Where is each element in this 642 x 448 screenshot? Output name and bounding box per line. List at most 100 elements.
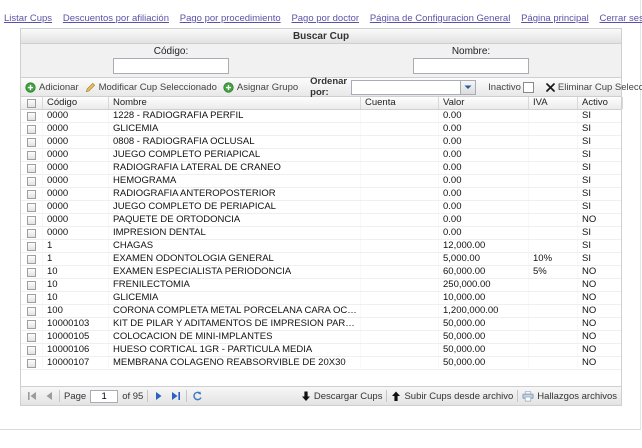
row-checkbox[interactable] <box>27 255 36 264</box>
row-checkbox[interactable] <box>27 346 36 355</box>
codigo-label: Código: <box>154 46 188 57</box>
row-checkbox[interactable] <box>27 177 36 186</box>
column-header-valor[interactable]: Valor <box>439 97 529 109</box>
select-all-checkbox[interactable] <box>27 99 36 108</box>
cell-valor: 10,000.00 <box>439 292 529 304</box>
row-checkbox[interactable] <box>27 333 36 342</box>
table-row[interactable]: 0000 0808 - RADIOGRAFIA OCLUSAL 0.00 SI <box>21 136 621 149</box>
search-form: Código: Nombre: <box>20 44 622 78</box>
cell-codigo: 0000 <box>43 175 109 187</box>
x-icon <box>546 83 555 92</box>
table-row[interactable]: 10 FRENILECTOMIA 250,000.00 NO <box>21 279 621 292</box>
table-row[interactable]: 10000103 KIT DE PILAR Y ADITAMENTOS DE I… <box>21 318 621 331</box>
nav-link-cerrar-sesion[interactable]: Cerrar sesión <box>599 13 642 24</box>
next-page-button[interactable] <box>152 389 165 403</box>
row-checkbox[interactable] <box>27 164 36 173</box>
table-row[interactable]: 0000 HEMOGRAMA 0.00 SI <box>21 175 621 188</box>
table-row[interactable]: 0000 GLICEMIA 0.00 SI <box>21 123 621 136</box>
column-header-nombre[interactable]: Nombre <box>109 97 361 109</box>
first-page-button[interactable] <box>25 389 38 403</box>
cell-iva <box>529 201 578 213</box>
table-row[interactable]: 0000 JUEGO COMPLETO DE PERIAPICAL 0.00 S… <box>21 201 621 214</box>
table-row[interactable]: 10000106 HUESO CORTICAL 1GR - PARTICULA … <box>21 344 621 357</box>
row-checkbox[interactable] <box>27 125 36 134</box>
row-checkbox[interactable] <box>27 151 36 160</box>
row-checkbox[interactable] <box>27 281 36 290</box>
table-row[interactable]: 100 CORONA COMPLETA METAL PORCELANA CARA… <box>21 305 621 318</box>
cell-codigo: 100 <box>43 305 109 317</box>
cell-nombre: RADIOGRAFIA LATERAL DE CRANEO <box>109 162 361 174</box>
table-row[interactable]: 0000 RADIOGRAFIA ANTEROPOSTERIOR 0.00 SI <box>21 188 621 201</box>
page-number-input[interactable] <box>90 390 118 403</box>
row-checkbox[interactable] <box>27 294 36 303</box>
column-header-cuenta[interactable]: Cuenta <box>361 97 439 109</box>
table-row[interactable]: 1 EXAMEN ODONTOLOGIA GENERAL 5,000.00 10… <box>21 253 621 266</box>
descargar-cups-button[interactable]: Descargar Cups <box>301 391 383 402</box>
row-checkbox[interactable] <box>27 138 36 147</box>
ordenar-por-input[interactable] <box>351 80 461 95</box>
prev-page-button[interactable] <box>42 389 55 403</box>
nav-link-pago-procedimiento[interactable]: Pago por procedimiento <box>180 13 281 24</box>
ordenar-por-label: Ordenar por: <box>310 76 347 98</box>
pager-separator <box>386 390 387 402</box>
column-header-activo[interactable]: Activo <box>578 97 623 109</box>
hallazgos-archivos-button[interactable]: Hallazgos archivos <box>522 391 617 402</box>
table-row[interactable]: 0000 JUEGO COMPLETO PERIAPICAL 0.00 SI <box>21 149 621 162</box>
row-checkbox[interactable] <box>27 242 36 251</box>
row-checkbox[interactable] <box>27 229 36 238</box>
cell-nombre: GLICEMIA <box>109 292 361 304</box>
subir-cups-button[interactable]: Subir Cups desde archivo <box>391 391 513 402</box>
cell-activo: SI <box>578 162 622 174</box>
row-checkbox[interactable] <box>27 112 36 121</box>
row-checkbox[interactable] <box>27 320 36 329</box>
column-header-codigo[interactable]: Código <box>43 97 109 109</box>
cell-iva <box>529 123 578 135</box>
cell-cuenta <box>361 240 439 252</box>
row-checkbox-cell <box>21 344 43 356</box>
table-row[interactable]: 10 GLICEMIA 10,000.00 NO <box>21 292 621 305</box>
asignar-label: Asignar Grupo <box>237 82 298 93</box>
cell-codigo: 1 <box>43 253 109 265</box>
table-row[interactable]: 1 CHAGAS 12,000.00 SI <box>21 240 621 253</box>
combo-trigger-button[interactable] <box>461 80 476 95</box>
row-checkbox[interactable] <box>27 307 36 316</box>
nav-link-descuentos-afiliacion[interactable]: Descuentos por afiliación <box>63 13 169 24</box>
table-row[interactable]: 0000 IMPRESION DENTAL 0.00 SI <box>21 227 621 240</box>
row-checkbox-cell <box>21 292 43 304</box>
add-circle-icon <box>223 82 234 93</box>
row-checkbox[interactable] <box>27 268 36 277</box>
row-checkbox[interactable] <box>27 190 36 199</box>
cell-nombre: RADIOGRAFIA ANTEROPOSTERIOR <box>109 188 361 200</box>
table-row[interactable]: 0000 1228 - RADIOGRAFIA PERFIL 0.00 SI <box>21 110 621 123</box>
table-row[interactable]: 10000105 COLOCACION DE MINI-IMPLANTES 50… <box>21 331 621 344</box>
table-row[interactable]: 0000 PAQUETE DE ORTODONCIA 0.00 NO <box>21 214 621 227</box>
cell-valor: 0.00 <box>439 188 529 200</box>
cell-cuenta <box>361 214 439 226</box>
table-row[interactable]: 10000107 MEMBRANA COLAGENO REABSORVIBLE … <box>21 357 621 370</box>
cell-codigo: 10 <box>43 266 109 278</box>
nav-link-configuracion-general[interactable]: Página de Configuracion General <box>370 13 510 24</box>
modificar-cup-button[interactable]: Modificar Cup Seleccionado <box>85 82 217 93</box>
table-row[interactable]: 10 EXAMEN ESPECIALISTA PERIODONCIA 60,00… <box>21 266 621 279</box>
row-checkbox-cell <box>21 136 43 148</box>
row-checkbox[interactable] <box>27 359 36 368</box>
last-page-button[interactable] <box>169 389 182 403</box>
row-checkbox[interactable] <box>27 216 36 225</box>
inactivo-checkbox[interactable] <box>523 82 534 93</box>
nav-link-pago-doctor[interactable]: Pago por doctor <box>291 13 359 24</box>
nav-link-listar-cups[interactable]: Listar Cups <box>4 13 52 24</box>
select-all-cell <box>21 97 43 109</box>
table-row[interactable]: 0000 RADIOGRAFIA LATERAL DE CRANEO 0.00 … <box>21 162 621 175</box>
upload-arrow-icon <box>391 391 401 402</box>
nombre-input[interactable] <box>413 58 529 74</box>
panel-title: Buscar Cup <box>20 28 622 44</box>
adicionar-button[interactable]: Adicionar <box>25 82 79 93</box>
asignar-grupo-button[interactable]: Asignar Grupo <box>223 82 298 93</box>
eliminar-cup-button[interactable]: Eliminar Cup Seleccionado <box>546 82 642 93</box>
refresh-button[interactable] <box>191 389 204 403</box>
buscar-cup-panel: Buscar Cup Código: Nombre: Adicionar <box>20 28 622 406</box>
nav-link-pagina-principal[interactable]: Página principal <box>521 13 589 24</box>
row-checkbox[interactable] <box>27 203 36 212</box>
codigo-input[interactable] <box>113 58 229 74</box>
column-header-iva[interactable]: IVA <box>529 97 578 109</box>
